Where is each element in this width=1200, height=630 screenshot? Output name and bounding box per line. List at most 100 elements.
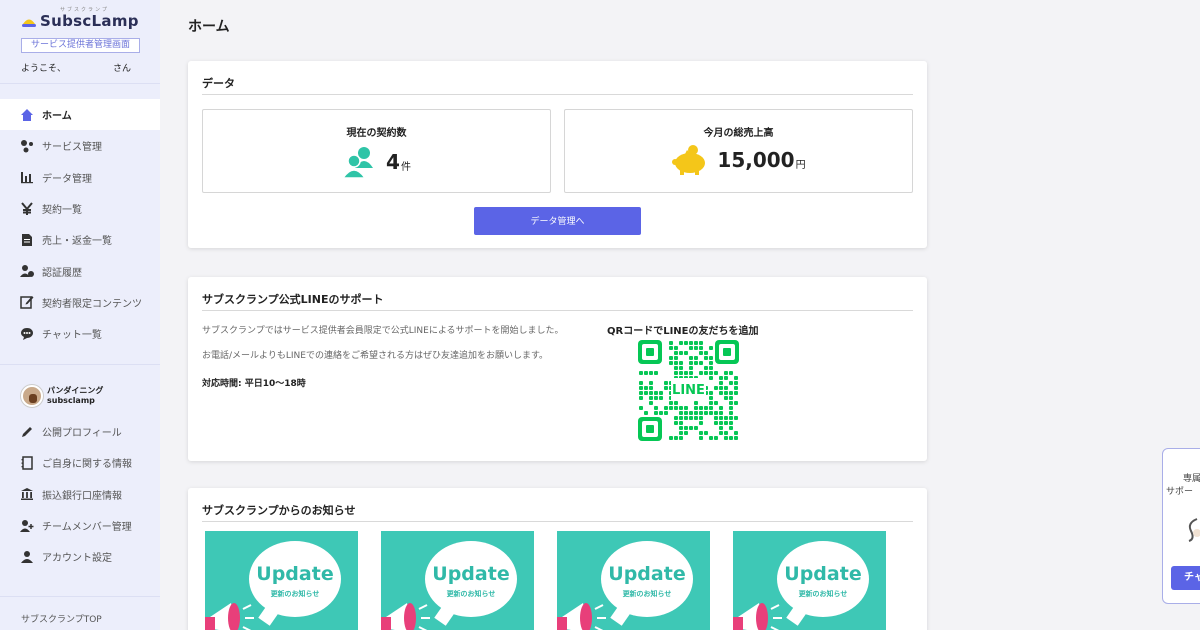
- sidebar-item-team-members[interactable]: チームメンバー管理: [0, 510, 160, 541]
- news-subtitle: 更新のお知らせ: [622, 590, 672, 598]
- sidebar-item-contracts[interactable]: 契約一覧: [0, 193, 160, 224]
- widget-text: サポー: [1166, 487, 1194, 497]
- logo-ruby: サブスクランプ: [60, 7, 109, 13]
- services-icon: [20, 139, 34, 153]
- line-support-text: お電話/メールよりもLINEでの連絡をご希望される方はぜひ友達追加をお願いします…: [202, 351, 549, 361]
- contracts-count: 4: [386, 150, 400, 174]
- sidebar-item-label: チャット一覧: [42, 330, 102, 342]
- data-management-button[interactable]: データ管理へ: [474, 207, 641, 235]
- welcome-suffix: さん: [112, 64, 131, 74]
- speech-bubble: Update 更新のお知らせ: [425, 541, 517, 617]
- sidebar-divider: [0, 364, 160, 365]
- support-avatar-icon: [1185, 517, 1200, 543]
- sidebar-item-home[interactable]: ホーム: [0, 99, 160, 131]
- sales-amount: 15,000: [717, 148, 795, 172]
- sidebar-item-label: ご自身に関する情報: [42, 459, 132, 471]
- news-item[interactable]: Update 更新のお知らせ: [381, 531, 534, 630]
- megaphone-icon: [557, 595, 607, 630]
- users-icon: [341, 144, 378, 180]
- account-menu: 公開プロフィール ご自身に関する情報 振込銀行口座情報 チームメンバー管理 アカ…: [0, 416, 160, 572]
- news-headline: Update: [256, 563, 334, 585]
- profile[interactable]: パンダイニング subsclamp: [21, 385, 103, 407]
- data-card: データ 現在の契約数 4 件 今月の総売上高 15,000 円 データ管理へ: [188, 61, 927, 248]
- document-icon: [20, 233, 34, 247]
- support-hours: 対応時間: 平日10〜18時: [202, 379, 306, 389]
- contracts-stat: 現在の契約数 4 件: [202, 109, 551, 193]
- sidebar-item-bank-account[interactable]: 振込銀行口座情報: [0, 479, 160, 510]
- sidebar-item-exclusive-content[interactable]: 契約者限定コンテンツ: [0, 287, 160, 318]
- news-headline: Update: [784, 563, 862, 585]
- piggy-bank-icon: [671, 144, 709, 176]
- bar-chart-icon: [20, 170, 34, 184]
- logo-text: SubscLamp: [40, 12, 139, 30]
- sidebar-item-label: 契約一覧: [42, 205, 82, 217]
- news-headline: Update: [432, 563, 510, 585]
- sidebar-divider: [0, 596, 160, 597]
- sidebar-item-label: 契約者限定コンテンツ: [42, 298, 142, 310]
- qr-center-label: LINE: [672, 383, 705, 398]
- speech-bubble: Update 更新のお知らせ: [249, 541, 341, 617]
- user-check-icon: [20, 264, 34, 278]
- sidebar-item-label: アカウント設定: [42, 553, 112, 565]
- line-support-card: サブスクランプ公式LINEのサポート サブスクランプではサービス提供者会員限定で…: [188, 277, 927, 461]
- sales-stat: 今月の総売上高 15,000 円: [564, 109, 913, 193]
- subsclamp-top-link[interactable]: サブスクランプTOP: [21, 612, 102, 625]
- pencil-icon: [20, 425, 34, 439]
- sidebar-divider: [0, 83, 160, 84]
- welcome-text: ようこそ、 さん: [21, 61, 131, 74]
- welcome-prefix: ようこそ、: [21, 64, 67, 74]
- sidebar-item-label: ホーム: [42, 111, 72, 123]
- sidebar-item-auth-history[interactable]: 認証履歴: [0, 255, 160, 286]
- lamp-logo-icon: [21, 14, 37, 28]
- sidebar-item-services[interactable]: サービス管理: [0, 130, 160, 161]
- sidebar-item-sales[interactable]: 売上・返金一覧: [0, 224, 160, 255]
- yen-icon: [20, 201, 34, 216]
- megaphone-icon: [733, 595, 783, 630]
- avatar: [21, 385, 43, 407]
- sidebar-item-account-settings[interactable]: アカウント設定: [0, 541, 160, 572]
- support-chat-widget[interactable]: 専属 サポー チャ: [1162, 448, 1200, 604]
- sidebar-item-label: サービス管理: [42, 142, 102, 154]
- news-item[interactable]: Update 更新のお知らせ: [205, 531, 358, 630]
- card-divider: [202, 521, 913, 522]
- sales-unit: 円: [795, 159, 806, 171]
- news-headline: Update: [608, 563, 686, 585]
- card-title: サブスクランプからのお知らせ: [202, 504, 356, 517]
- stat-label: 現在の契約数: [346, 128, 407, 139]
- news-card: サブスクランプからのお知らせ Update 更新のお知らせ Update 更新の…: [188, 488, 927, 630]
- news-item[interactable]: Update 更新のお知らせ: [733, 531, 886, 630]
- chat-start-button[interactable]: チャ: [1171, 566, 1200, 590]
- widget-text: 専属: [1183, 474, 1200, 484]
- admin-label: サービス提供者管理画面: [21, 38, 140, 53]
- main-menu: ホーム サービス管理 データ管理 契約一覧 売上・返金一覧 認証履歴 契約者限定…: [0, 99, 160, 349]
- contracts-unit: 件: [400, 161, 411, 173]
- card-divider: [202, 310, 913, 311]
- user-icon: [20, 550, 34, 564]
- sidebar: SubscLamp サブスクランプ サービス提供者管理画面 ようこそ、 さん ホ…: [0, 0, 160, 630]
- profile-name: パンダイニング: [47, 386, 104, 395]
- bank-icon: [20, 487, 34, 501]
- chat-icon: [20, 327, 34, 341]
- sidebar-item-personal-info[interactable]: ご自身に関する情報: [0, 447, 160, 478]
- page-title: ホーム: [188, 19, 230, 35]
- news-subtitle: 更新のお知らせ: [798, 590, 848, 598]
- news-item[interactable]: Update 更新のお知らせ: [557, 531, 710, 630]
- sidebar-item-label: データ管理: [42, 173, 92, 185]
- sidebar-item-label: 振込銀行口座情報: [42, 490, 122, 502]
- logo[interactable]: SubscLamp: [21, 12, 139, 30]
- sidebar-item-chats[interactable]: チャット一覧: [0, 318, 160, 349]
- line-support-text: サブスクランプではサービス提供者会員限定で公式LINEによるサポートを開始しまし…: [202, 326, 564, 336]
- sidebar-item-public-profile[interactable]: 公開プロフィール: [0, 416, 160, 447]
- speech-bubble: Update 更新のお知らせ: [777, 541, 869, 617]
- megaphone-icon: [205, 595, 255, 630]
- sidebar-item-label: 認証履歴: [42, 267, 82, 279]
- news-subtitle: 更新のお知らせ: [270, 590, 320, 598]
- home-icon: [20, 108, 34, 122]
- news-subtitle: 更新のお知らせ: [446, 590, 496, 598]
- line-qr-code[interactable]: LINE: [638, 340, 739, 441]
- stat-label: 今月の総売上高: [703, 128, 774, 139]
- profile-id: subsclamp: [47, 396, 95, 405]
- sidebar-item-data[interactable]: データ管理: [0, 162, 160, 193]
- sidebar-item-label: 公開プロフィール: [42, 428, 122, 440]
- speech-bubble: Update 更新のお知らせ: [601, 541, 693, 617]
